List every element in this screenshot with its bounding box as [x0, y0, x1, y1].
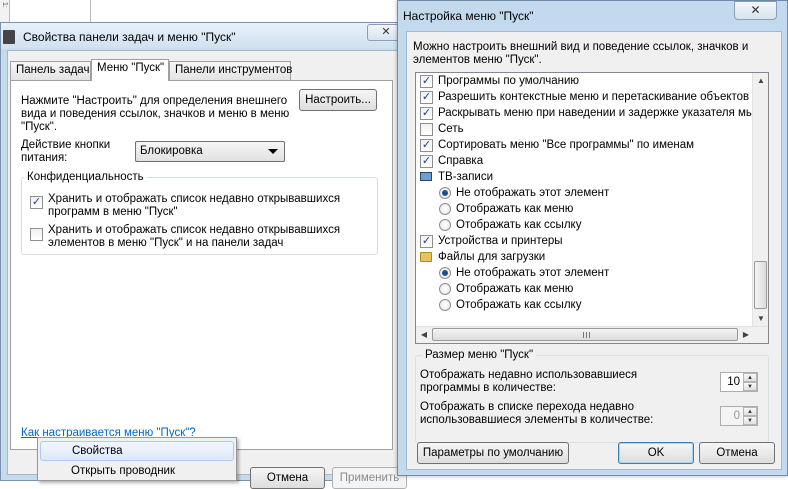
- devices-printers-checkbox[interactable]: ✓: [420, 235, 433, 248]
- apply-button[interactable]: Применить: [332, 467, 407, 489]
- start-menu-options-list[interactable]: ✓ Программы по умолчанию ✓ Разрешить кон…: [415, 72, 769, 344]
- title-bar[interactable]: Свойства панели задач и меню "Пуск" ✕: [1, 23, 405, 49]
- vertical-scroll-thumb[interactable]: [754, 261, 767, 309]
- store-recent-items-checkbox[interactable]: [30, 228, 43, 241]
- vertical-scrollbar[interactable]: ▲ ▼: [752, 73, 768, 327]
- recent-programs-value: 10: [727, 376, 740, 388]
- context-menu: Свойства Открыть проводник: [37, 437, 237, 481]
- list-item: Файлы для загрузки: [416, 250, 756, 266]
- dialog-client: Можно настроить внешний вид и поведение …: [406, 31, 782, 470]
- tv-menu-radio[interactable]: [439, 203, 451, 215]
- context-menu-open-explorer[interactable]: Открыть проводник: [40, 462, 234, 482]
- tv-hide-radio[interactable]: [439, 187, 451, 199]
- jump-list-label-1: Отображать в списке перехода недавно: [420, 401, 635, 413]
- recent-programs-stepper[interactable]: 10 ▲ ▼: [720, 372, 758, 392]
- power-action-value: Блокировка: [140, 145, 203, 157]
- tab-start-menu[interactable]: Меню "Пуск": [91, 59, 169, 81]
- dialog-title: Свойства панели задач и меню "Пуск": [23, 30, 236, 44]
- instructions-line-3: "Пуск".: [21, 121, 58, 133]
- description-line-1: Можно настроить внешний вид и поведение …: [413, 41, 749, 53]
- sort-by-name-checkbox[interactable]: ✓: [420, 139, 433, 152]
- privacy-group-title: Конфиденциальность: [24, 171, 147, 183]
- list-item[interactable]: Отображать как ссылку: [416, 298, 756, 314]
- store-recent-items-label-2: элементов в меню "Пуск" и на панели зада…: [48, 237, 284, 249]
- dialog-client: Панель задач Меню "Пуск" Панели инструме…: [7, 50, 407, 489]
- store-recent-items-label-1: Хранить и отображать список недавно откр…: [48, 224, 341, 236]
- cancel-button[interactable]: Отмена: [250, 467, 325, 489]
- list-item[interactable]: ✓ Программы по умолчанию: [416, 74, 756, 90]
- downloads-link-radio[interactable]: [439, 299, 451, 311]
- downloads-hide-radio[interactable]: [439, 267, 451, 279]
- list-item[interactable]: Отображать как ссылку: [416, 218, 756, 234]
- tv-link-radio[interactable]: [439, 219, 451, 231]
- customize-button[interactable]: Настроить...: [299, 89, 377, 111]
- jump-list-value: 0: [733, 410, 740, 422]
- recent-programs-label-1: Отображать недавно использовавшиеся: [420, 369, 638, 381]
- scroll-left-icon[interactable]: ◀: [416, 327, 432, 343]
- list-item[interactable]: ✓ Устройства и принтеры: [416, 234, 756, 250]
- scroll-right-icon[interactable]: ▶: [738, 327, 754, 343]
- context-menu-properties[interactable]: Свойства: [40, 441, 234, 461]
- list-item[interactable]: Сеть: [416, 122, 756, 138]
- network-checkbox[interactable]: [420, 123, 433, 136]
- scroll-up-icon[interactable]: ▲: [753, 73, 768, 89]
- store-recent-programs-label-1: Хранить и отображать список недавно откр…: [48, 193, 341, 205]
- list-item[interactable]: ✓ Сортировать меню "Все программы" по им…: [416, 138, 756, 154]
- dialog-title: Настройка меню "Пуск": [403, 9, 534, 23]
- store-recent-programs-label-2: программ в меню "Пуск": [48, 206, 178, 218]
- customize-start-menu-dialog: Настройка меню "Пуск" ✕ Можно настроить …: [397, 0, 788, 476]
- chevron-down-icon: [268, 149, 278, 154]
- list-item[interactable]: Не отображать этот элемент: [416, 186, 756, 202]
- grip-icon: [583, 332, 590, 338]
- tab-toolbars[interactable]: Панели инструментов: [169, 61, 292, 80]
- list-item: ТВ-записи: [416, 170, 756, 186]
- stepper-down-icon[interactable]: ▼: [743, 416, 757, 425]
- help-checkbox[interactable]: ✓: [420, 155, 433, 168]
- stepper-up-icon[interactable]: ▲: [743, 373, 757, 382]
- horizontal-scroll-thumb[interactable]: [432, 328, 738, 341]
- jump-list-stepper[interactable]: 0 ▲ ▼: [720, 406, 758, 426]
- list-item[interactable]: Отображать как меню: [416, 202, 756, 218]
- default-programs-checkbox[interactable]: ✓: [420, 75, 433, 88]
- power-action-dropdown[interactable]: Блокировка: [135, 141, 285, 162]
- horizontal-scrollbar[interactable]: ◀ ▶: [416, 326, 768, 343]
- tab-taskbar[interactable]: Панель задач: [10, 61, 91, 80]
- taskbar-app-icon: [3, 30, 15, 44]
- context-menus-checkbox[interactable]: ✓: [420, 91, 433, 104]
- list-item[interactable]: ✓ Разрешить контекстные меню и перетаски…: [416, 90, 756, 106]
- stepper-down-icon[interactable]: ▼: [743, 382, 757, 391]
- description-line-2: элементов меню "Пуск".: [413, 54, 542, 66]
- privacy-group: Конфиденциальность ✓ Хранить и отображат…: [21, 171, 378, 255]
- tv-icon: [420, 172, 432, 181]
- restore-defaults-button[interactable]: Параметры по умолчанию: [417, 442, 569, 464]
- store-recent-programs-checkbox[interactable]: ✓: [30, 196, 43, 209]
- cancel-button[interactable]: Отмена: [699, 442, 775, 464]
- taskbar-properties-dialog: Свойства панели задач и меню "Пуск" ✕ Па…: [0, 22, 407, 489]
- list-item[interactable]: ✓ Раскрывать меню при наведении и задерж…: [416, 106, 763, 122]
- stepper-up-icon[interactable]: ▲: [743, 407, 757, 416]
- downloads-menu-radio[interactable]: [439, 283, 451, 295]
- close-button[interactable]: ✕: [734, 1, 777, 20]
- list-item[interactable]: ✓ Справка: [416, 154, 756, 170]
- open-on-hover-checkbox[interactable]: ✓: [420, 107, 433, 120]
- list-item[interactable]: Отображать как меню: [416, 282, 756, 298]
- jump-list-label-2: использовавшиеся элементы в количестве:: [420, 414, 654, 426]
- desktop-edge-text: 1:: [1, 2, 8, 8]
- menu-size-group: Размер меню "Пуск" Отображать недавно ис…: [415, 349, 769, 443]
- list-item[interactable]: Не отображать этот элемент: [416, 266, 756, 282]
- scroll-down-icon[interactable]: ▼: [753, 311, 768, 327]
- instructions-line-2: вида и поведения ссылок, значков и меню …: [21, 108, 290, 120]
- folder-icon: [420, 252, 432, 262]
- menu-size-group-title: Размер меню "Пуск": [422, 349, 537, 361]
- start-menu-tab-panel: Нажмите "Настроить" для определения внеш…: [10, 80, 393, 450]
- ok-button[interactable]: OK: [618, 442, 694, 464]
- power-action-label-1: Действие кнопки: [21, 139, 111, 151]
- instructions-line-1: Нажмите "Настроить" для определения внеш…: [21, 95, 288, 107]
- recent-programs-label-2: программы в количестве:: [420, 382, 556, 394]
- power-action-label-2: питания:: [21, 152, 68, 164]
